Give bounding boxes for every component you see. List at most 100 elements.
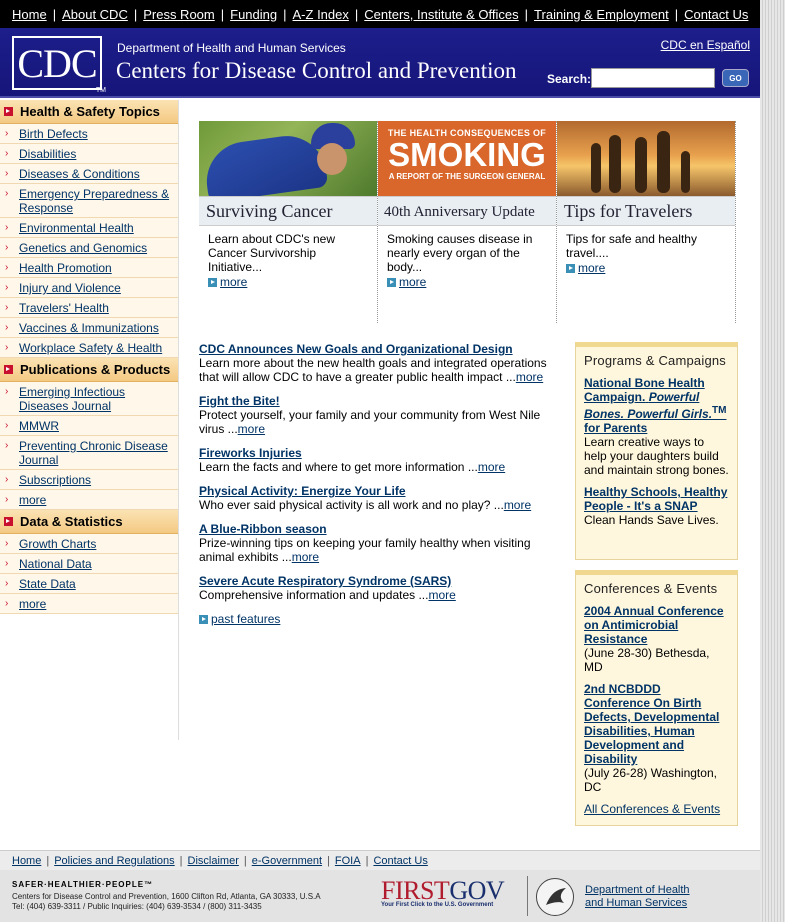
nav-home[interactable]: Home bbox=[6, 7, 53, 22]
sidebar-link[interactable]: Genetics and Genomics bbox=[19, 241, 147, 255]
more-link[interactable]: more bbox=[566, 261, 727, 275]
sidebar-link[interactable]: Emergency Preparedness & Response bbox=[19, 187, 176, 215]
sidebar-item-health-promotion[interactable]: › Health Promotion bbox=[0, 258, 178, 278]
footer-policies-link[interactable]: Policies and Regulations bbox=[49, 855, 179, 867]
chevron-right-icon: › bbox=[5, 222, 9, 233]
more-link-text[interactable]: more bbox=[578, 261, 605, 275]
news-title-link[interactable]: CDC Announces New Goals and Organization… bbox=[199, 342, 559, 356]
bone-health-link[interactable]: National Bone Health Campaign. Powerful … bbox=[584, 376, 726, 435]
sidebar-link[interactable]: Disabilities bbox=[19, 147, 76, 161]
feature-title: Tips for Travelers bbox=[557, 196, 735, 226]
hhs-link[interactable]: Department of Health and Human Services bbox=[585, 884, 690, 910]
sidebar-link[interactable]: Workplace Safety & Health bbox=[19, 341, 162, 355]
sidebar-item-travelers[interactable]: › Travelers' Health bbox=[0, 298, 178, 318]
sidebar-item-national-data[interactable]: › National Data bbox=[0, 554, 178, 574]
nav-training[interactable]: Training & Employment bbox=[528, 7, 675, 22]
logo-text: CDC bbox=[17, 40, 97, 86]
news-more-link[interactable]: more bbox=[428, 588, 455, 602]
search-label: Search: bbox=[547, 72, 592, 86]
all-conferences-link[interactable]: All Conferences & Events bbox=[584, 802, 720, 816]
news-more-link[interactable]: more bbox=[292, 550, 319, 564]
sidebar-item-environmental[interactable]: › Environmental Health bbox=[0, 218, 178, 238]
more-link[interactable]: more bbox=[387, 275, 548, 289]
nav-press-room[interactable]: Press Room bbox=[137, 7, 221, 22]
past-features-link[interactable]: past features bbox=[199, 612, 559, 626]
news-title-link[interactable]: Fight the Bite! bbox=[199, 394, 559, 408]
sidebar-link[interactable]: more bbox=[19, 493, 46, 507]
more-link-text[interactable]: more bbox=[399, 275, 426, 289]
footer-contact-link[interactable]: Contact Us bbox=[368, 855, 432, 867]
news-title-link[interactable]: A Blue-Ribbon season bbox=[199, 522, 559, 536]
more-link[interactable]: more bbox=[208, 275, 369, 289]
report-byline: A REPORT OF THE SURGEON GENERAL bbox=[388, 172, 546, 181]
news-more-link[interactable]: more bbox=[238, 422, 265, 436]
footer-foia-link[interactable]: FOIA bbox=[330, 855, 366, 867]
sidebar-item-workplace[interactable]: › Workplace Safety & Health bbox=[0, 338, 178, 358]
sidebar-item-subscriptions[interactable]: › Subscriptions bbox=[0, 470, 178, 490]
sidebar-item-eid-journal[interactable]: › Emerging Infectious Diseases Journal bbox=[0, 382, 178, 416]
sidebar-item-emergency[interactable]: › Emergency Preparedness & Response bbox=[0, 184, 178, 218]
footer-disclaimer-link[interactable]: Disclaimer bbox=[183, 855, 244, 867]
smoking-report-image[interactable]: THE HEALTH CONSEQUENCES OF SMOKING A REP… bbox=[378, 121, 556, 196]
chevron-right-icon: › bbox=[5, 558, 9, 569]
sidebar-item-vaccines[interactable]: › Vaccines & Immunizations bbox=[0, 318, 178, 338]
news-more-link[interactable]: more bbox=[478, 460, 505, 474]
sidebar-item-injury[interactable]: › Injury and Violence bbox=[0, 278, 178, 298]
sidebar-link[interactable]: Emerging Infectious Diseases Journal bbox=[19, 385, 176, 413]
sidebar-link[interactable]: MMWR bbox=[19, 419, 59, 433]
sidebar-link[interactable]: Travelers' Health bbox=[19, 301, 109, 315]
nav-contact[interactable]: Contact Us bbox=[678, 7, 754, 22]
cyclist-image[interactable] bbox=[199, 121, 377, 196]
sidebar-link[interactable]: Growth Charts bbox=[19, 537, 96, 551]
nav-funding[interactable]: Funding bbox=[224, 7, 283, 22]
sidebar-link[interactable]: Subscriptions bbox=[19, 473, 91, 487]
sidebar-link[interactable]: Environmental Health bbox=[19, 221, 134, 235]
sidebar-item-genetics[interactable]: › Genetics and Genomics bbox=[0, 238, 178, 258]
sidebar-link[interactable]: more bbox=[19, 597, 46, 611]
news-title-link[interactable]: Severe Acute Respiratory Syndrome (SARS) bbox=[199, 574, 559, 588]
healthy-schools-link[interactable]: Healthy Schools, Healthy People - It's a… bbox=[584, 485, 727, 513]
sidebar-item-mmwr[interactable]: › MMWR bbox=[0, 416, 178, 436]
sidebar-item-pcd-journal[interactable]: › Preventing Chronic Disease Journal bbox=[0, 436, 178, 470]
sidebar-item-pubs-more[interactable]: › more bbox=[0, 490, 178, 510]
search-go-button[interactable]: GO bbox=[722, 69, 749, 87]
news-more-link[interactable]: more bbox=[504, 498, 531, 512]
more-link-text[interactable]: more bbox=[220, 275, 247, 289]
sidebar-link[interactable]: Birth Defects bbox=[19, 127, 88, 141]
firstgov-logo[interactable]: FIRSTGOV Your First Click to the U.S. Go… bbox=[381, 876, 521, 916]
footer-home-link[interactable]: Home bbox=[7, 855, 46, 867]
sidebar-link[interactable]: Vaccines & Immunizations bbox=[19, 321, 159, 335]
conference-link[interactable]: 2004 Annual Conference on Antimicrobial … bbox=[584, 604, 724, 646]
espanol-link[interactable]: CDC en Español bbox=[661, 38, 750, 52]
footer-egov-link[interactable]: e-Government bbox=[247, 855, 327, 867]
beach-sunset-image[interactable] bbox=[557, 121, 735, 196]
chevron-right-icon: › bbox=[5, 474, 9, 485]
conference-link[interactable]: 2nd NCBDDD Conference On Birth Defects, … bbox=[584, 682, 719, 766]
sidebar-link[interactable]: Health Promotion bbox=[19, 261, 112, 275]
chevron-right-icon: › bbox=[5, 342, 9, 353]
hhs-eagle-icon[interactable] bbox=[536, 878, 574, 916]
sidebar-item-data-more[interactable]: › more bbox=[0, 594, 178, 614]
nav-about[interactable]: About CDC bbox=[56, 7, 134, 22]
feature-text: Learn about CDC's new Cancer Survivorshi… bbox=[199, 226, 377, 289]
sidebar-item-growth-charts[interactable]: › Growth Charts bbox=[0, 534, 178, 554]
sidebar-item-diseases[interactable]: › Diseases & Conditions bbox=[0, 164, 178, 184]
sidebar-link[interactable]: Injury and Violence bbox=[19, 281, 121, 295]
search-input[interactable] bbox=[591, 68, 715, 88]
news-title-link[interactable]: Physical Activity: Energize Your Life bbox=[199, 484, 559, 498]
news-title-link[interactable]: Fireworks Injuries bbox=[199, 446, 559, 460]
box-title: Programs & Campaigns bbox=[584, 353, 726, 368]
sidebar-item-disabilities[interactable]: › Disabilities bbox=[0, 144, 178, 164]
sidebar-item-state-data[interactable]: › State Data bbox=[0, 574, 178, 594]
sidebar-link[interactable]: National Data bbox=[19, 557, 92, 571]
news-more-link[interactable]: more bbox=[516, 370, 543, 384]
sidebar-link[interactable]: Diseases & Conditions bbox=[19, 167, 140, 181]
sidebar-item-birth-defects[interactable]: › Birth Defects bbox=[0, 124, 178, 144]
past-features-text[interactable]: past features bbox=[211, 612, 280, 626]
news-list: CDC Announces New Goals and Organization… bbox=[199, 342, 559, 626]
nav-az-index[interactable]: A-Z Index bbox=[287, 7, 355, 22]
nav-centers[interactable]: Centers, Institute & Offices bbox=[358, 7, 524, 22]
sidebar-link[interactable]: State Data bbox=[19, 577, 76, 591]
sidebar-link[interactable]: Preventing Chronic Disease Journal bbox=[19, 439, 176, 467]
cdc-logo[interactable]: CDC TM bbox=[12, 36, 106, 94]
